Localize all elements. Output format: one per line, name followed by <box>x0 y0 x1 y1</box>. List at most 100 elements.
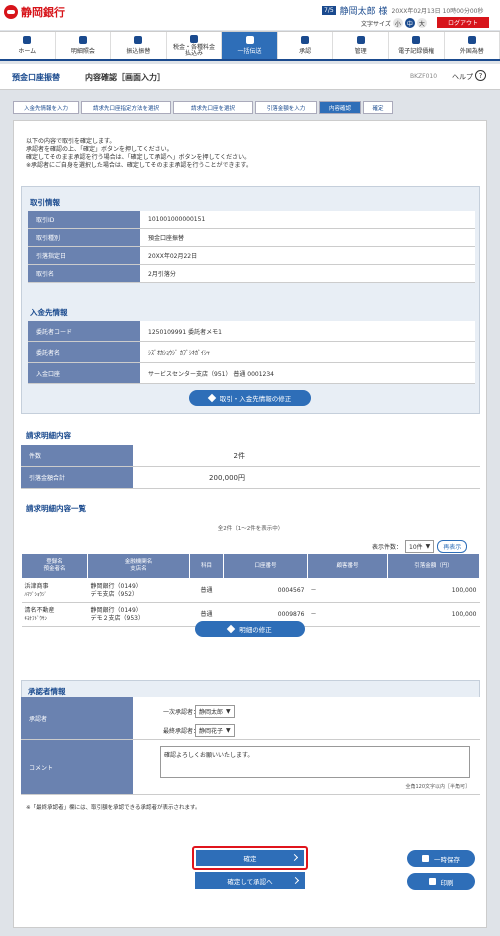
button-label: 確定して承認へ <box>227 877 273 886</box>
nav-tax[interactable]: 税金・各種料金 払込み <box>167 32 223 59</box>
nav-approve[interactable]: 承認 <box>278 32 334 59</box>
column-header: 顧客番号 <box>307 553 388 579</box>
save-draft-button[interactable]: 一時保存 <box>407 850 475 867</box>
display-count-select[interactable]: 10件 ▼ <box>405 540 435 553</box>
row-value: サービスセンター支店（951） 普通 0001234 <box>140 363 475 383</box>
nav-label: 外国為替 <box>459 48 484 55</box>
billing-table: 登録名 預金者名 金融機関名 支店名 科目 口座番号 顧客番号 引落金額（円） … <box>21 553 480 627</box>
intro-line: ※承認者にご自身を選択した場合は、確定してそのまま承認を行うことができます。 <box>26 162 252 169</box>
row-value: 2月引落分 <box>140 265 475 282</box>
intro-line: 確定してそのまま承認を行う場合は、「確定して承認へ」ボタンを押してください。 <box>26 154 251 161</box>
font-size-label: 文字サイズ <box>361 20 391 28</box>
summary-heading: 請求明細内容 <box>26 431 71 440</box>
transaction-row: 取引種別 預金口座振替 <box>28 229 475 247</box>
deposit-row: 委託者名 ｼｽﾞｵｶｼｮｳｼﾞ ｶﾌﾞｼｷｶﾞｲｼｬ <box>28 342 475 363</box>
nav-forex[interactable]: 外国為替 <box>445 32 500 59</box>
font-size-medium[interactable]: 中 <box>404 18 415 28</box>
edit-details-button[interactable]: 明細の修正 <box>195 621 305 637</box>
table-row: 浜津商事 ﾊﾏﾂﾞｼｮｳｼﾞ 静岡銀行（0149） デモ支店（952） 普通 000… <box>21 578 480 603</box>
approver-value: 一次承認者： 静岡太郎 ▼ 最終承認者： 静岡花子 ▼ <box>133 697 480 739</box>
edit-deposit-button[interactable]: 取引・入金先情報の修正 <box>189 390 311 406</box>
row-label: 入金口座 <box>28 363 140 383</box>
bank-logo-icon <box>4 5 18 19</box>
chevron-down-icon: ▼ <box>425 543 431 550</box>
font-size-large[interactable]: 大 <box>416 18 427 28</box>
registrant-name: 浜津商事 <box>24 582 49 590</box>
header: 静岡銀行 7/5 静岡太郎 様 20XX年02月13日 10時00分00秒 文字… <box>0 0 500 30</box>
button-label: 確定 <box>243 855 257 863</box>
summary-row: 引落金額合計 200,000円 <box>21 467 480 489</box>
nav-statements[interactable]: 明細照会 <box>56 32 112 59</box>
nav-label: ホーム <box>18 48 37 55</box>
step-1: 入金先情報を入力 <box>13 101 79 114</box>
logout-button[interactable]: ログアウト <box>437 17 489 28</box>
chevron-down-icon: ▼ <box>226 708 231 715</box>
nav-erecord[interactable]: 電子記録債権 <box>389 32 445 59</box>
final-approver-label: 最終承認者： <box>163 728 200 735</box>
row-value: 20XX年02月22日 <box>140 247 475 264</box>
row-value: 預金口座振替 <box>140 229 475 246</box>
column-header: 科目 <box>189 553 224 579</box>
erecord-icon <box>412 36 421 44</box>
first-approver-select[interactable]: 静岡太郎 ▼ <box>195 705 235 718</box>
nav-bulk[interactable]: 一括伝送 <box>222 32 278 59</box>
branch-name: デモ支店（952） <box>90 590 138 598</box>
nav-label: 明細照会 <box>70 48 95 55</box>
printer-icon <box>428 878 436 885</box>
registrant-name: 清名不動産 <box>24 606 55 614</box>
select-value: 静岡花子 <box>199 728 224 735</box>
nav-label: 管理 <box>354 48 367 55</box>
font-size-selector: 文字サイズ 小 中 大 <box>361 18 427 28</box>
admin-icon <box>356 36 365 44</box>
display-count-control: 表示件数： 10件 ▼ 再表示 <box>372 540 468 553</box>
step-4: 引落金額を入力 <box>255 101 317 114</box>
first-approver-label: 一次承認者： <box>163 709 200 716</box>
step-6: 確定 <box>363 101 393 114</box>
page-title: 内容確認［画面入力］ <box>85 73 165 82</box>
account-number: 0004567 <box>223 578 308 603</box>
summary-row: 件数 2件 <box>21 445 480 467</box>
nav-transfer[interactable]: 振込振替 <box>111 32 167 59</box>
row-value: ｼｽﾞｵｶｼｮｳｼﾞ ｶﾌﾞｼｷｶﾞｲｼｬ <box>140 342 475 362</box>
row-label: 引落指定日 <box>28 247 140 264</box>
row-label: 委託者名 <box>28 342 140 362</box>
font-size-small[interactable]: 小 <box>392 18 403 28</box>
help-icon[interactable]: ? <box>475 70 486 81</box>
screen-code: BKZF010 <box>410 73 438 80</box>
deposit-heading: 入金先情報 <box>30 308 68 317</box>
step-5: 内容確認 <box>319 101 361 114</box>
nav-admin[interactable]: 管理 <box>333 32 389 59</box>
bank-cell: 静岡銀行（0149） デモ２支店（953） <box>87 602 190 627</box>
service-name: 預金口座振替 <box>12 73 60 82</box>
bank-name-cell: 静岡銀行（0149） <box>90 606 142 614</box>
row-value: 2件 <box>133 445 480 466</box>
registrant-cell: 清名不動産 ｷﾖﾅﾌﾄﾞｳｻﾝ <box>21 602 88 627</box>
row-label: 件数 <box>21 445 133 466</box>
deposit-row: 入金口座 サービスセンター支店（951） 普通 0001234 <box>28 363 475 384</box>
transaction-row: 取引ID 101001000000151 <box>28 211 475 229</box>
chevron-down-icon: ▼ <box>226 727 231 734</box>
nav-label: 承認 <box>299 48 312 55</box>
confirm-and-approve-button[interactable]: 確定して承認へ <box>195 872 305 889</box>
comment-label: コメント <box>21 740 133 794</box>
final-approver-select[interactable]: 静岡花子 ▼ <box>195 724 235 737</box>
list-heading: 請求明細内容一覧 <box>26 504 86 513</box>
bank-name: 静岡銀行 <box>21 6 65 19</box>
pencil-icon <box>207 393 216 403</box>
confirm-button[interactable]: 確定 <box>192 846 308 870</box>
step-indicator: 入金先情報を入力 請求先口座指定方法を選択 請求先口座を選択 引落金額を入力 内… <box>13 101 487 114</box>
transaction-row: 引落指定日 20XX年02月22日 <box>28 247 475 265</box>
help-link[interactable]: ヘルプ <box>452 72 473 82</box>
button-label: 明細の修正 <box>239 626 272 634</box>
approver-label: 承認者 <box>21 697 133 739</box>
bank-logo[interactable]: 静岡銀行 <box>4 4 65 20</box>
comment-textarea[interactable]: 確認よろしくお願いいたします。 <box>160 746 470 778</box>
title-bar: 預金口座振替 内容確認［画面入力］ BKZF010 ヘルプ ? <box>0 64 500 90</box>
forex-icon <box>467 36 476 44</box>
comment-limit: 全角120文字以内［半角可］ <box>405 784 470 790</box>
redisplay-button[interactable]: 再表示 <box>437 540 468 553</box>
amount: 100,000 <box>387 602 480 627</box>
nav-home[interactable]: ホーム <box>0 32 56 59</box>
print-button[interactable]: 印刷 <box>407 873 475 890</box>
depositor-name: ｷﾖﾅﾌﾄﾞｳｻﾝ <box>24 615 48 622</box>
